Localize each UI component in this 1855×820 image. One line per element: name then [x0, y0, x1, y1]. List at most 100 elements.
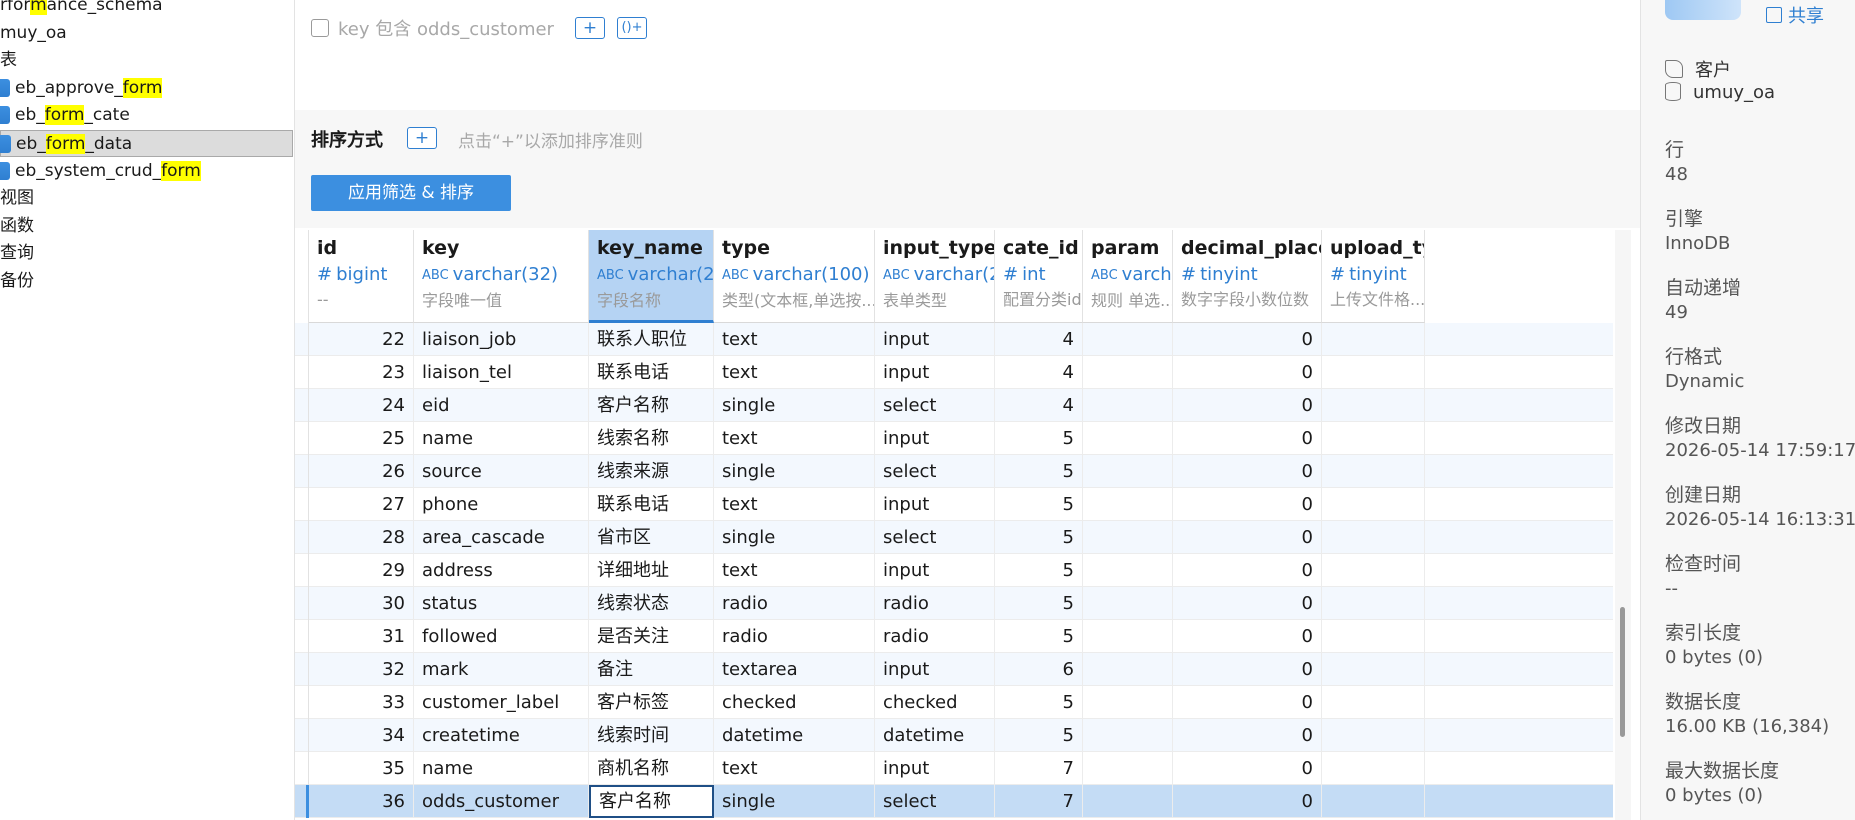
cell-upload-typ[interactable] — [1322, 389, 1425, 422]
cell-input-type[interactable]: checked — [875, 686, 995, 719]
cell-upload-typ[interactable] — [1322, 488, 1425, 521]
cell-decimal-place[interactable]: 0 — [1173, 587, 1322, 620]
cell-type[interactable]: text — [714, 554, 875, 587]
cell-input-type[interactable]: input — [875, 554, 995, 587]
cell-param[interactable] — [1083, 521, 1173, 554]
cell-id[interactable]: 30 — [309, 587, 414, 620]
cell-decimal-place[interactable]: 0 — [1173, 422, 1322, 455]
cell-input-type[interactable]: select — [875, 455, 995, 488]
cell-id[interactable]: 24 — [309, 389, 414, 422]
cell-key-name[interactable]: 线索状态 — [589, 587, 714, 620]
row-selector[interactable] — [295, 455, 309, 488]
cell-cate-id[interactable]: 4 — [995, 323, 1083, 356]
cell-param[interactable] — [1083, 455, 1173, 488]
cell-key-name[interactable]: 商机名称 — [589, 752, 714, 785]
cell-decimal-place[interactable]: 0 — [1173, 356, 1322, 389]
cell-param[interactable] — [1083, 785, 1173, 818]
row-selector[interactable] — [295, 686, 309, 719]
table-row[interactable]: 26 source 线索来源 single select 5 0 — [295, 455, 1613, 488]
table-row[interactable]: 36 odds_customer 客户名称 single select 7 0 — [295, 785, 1613, 818]
add-filter-group-button[interactable]: ()+ — [617, 17, 647, 39]
cell-key-name[interactable]: 客户标签 — [589, 686, 714, 719]
column-header-input-type[interactable]: input_type ABCvarchar(20) 表单类型 — [875, 230, 995, 323]
cell-id[interactable]: 34 — [309, 719, 414, 752]
cell-decimal-place[interactable]: 0 — [1173, 455, 1322, 488]
cell-key[interactable]: customer_label — [414, 686, 589, 719]
table-row[interactable]: 35 name 商机名称 text input 7 0 — [295, 752, 1613, 785]
cell-param[interactable] — [1083, 620, 1173, 653]
column-header-decimal-place[interactable]: decimal_place # tinyint 数字字段小数位数 — [1173, 230, 1322, 323]
cell-upload-typ[interactable] — [1322, 521, 1425, 554]
cell-upload-typ[interactable] — [1322, 719, 1425, 752]
cell-decimal-place[interactable]: 0 — [1173, 488, 1322, 521]
cell-id[interactable]: 27 — [309, 488, 414, 521]
grid-vertical-scrollbar[interactable] — [1615, 230, 1631, 820]
cell-param[interactable] — [1083, 356, 1173, 389]
apply-filter-sort-button[interactable]: 应用筛选 & 排序 — [311, 175, 511, 211]
cell-param[interactable] — [1083, 587, 1173, 620]
cell-decimal-place[interactable]: 0 — [1173, 785, 1322, 818]
tree-item-table[interactable]: eb_form_cate — [0, 102, 290, 129]
row-selector[interactable] — [295, 356, 309, 389]
cell-id[interactable]: 28 — [309, 521, 414, 554]
cell-param[interactable] — [1083, 488, 1173, 521]
cell-type[interactable]: radio — [714, 620, 875, 653]
cell-input-type[interactable]: radio — [875, 587, 995, 620]
cell-key[interactable]: name — [414, 422, 589, 455]
cell-cate-id[interactable]: 5 — [995, 488, 1083, 521]
cell-decimal-place[interactable]: 0 — [1173, 521, 1322, 554]
filter-enable-checkbox[interactable] — [311, 19, 329, 37]
cell-cate-id[interactable]: 5 — [995, 686, 1083, 719]
row-selector[interactable] — [295, 785, 309, 818]
cell-upload-typ[interactable] — [1322, 455, 1425, 488]
cell-type[interactable]: single — [714, 785, 875, 818]
cell-type[interactable]: text — [714, 488, 875, 521]
cell-key-name[interactable]: 省市区 — [589, 521, 714, 554]
cell-id[interactable]: 33 — [309, 686, 414, 719]
row-selector[interactable] — [295, 488, 309, 521]
cell-cate-id[interactable]: 6 — [995, 653, 1083, 686]
cell-param[interactable] — [1083, 554, 1173, 587]
cell-key[interactable]: status — [414, 587, 589, 620]
cell-type[interactable]: textarea — [714, 653, 875, 686]
row-selector[interactable] — [295, 620, 309, 653]
table-row[interactable]: 22 liaison_job 联系人职位 text input 4 0 — [295, 323, 1613, 356]
cell-key-name[interactable]: 线索来源 — [589, 455, 714, 488]
cell-key[interactable]: odds_customer — [414, 785, 589, 818]
tree-item-db[interactable]: rformance_schema — [0, 0, 290, 19]
row-selector[interactable] — [295, 554, 309, 587]
cell-param[interactable] — [1083, 719, 1173, 752]
table-row[interactable]: 24 eid 客户名称 single select 4 0 — [295, 389, 1613, 422]
cell-decimal-place[interactable]: 0 — [1173, 719, 1322, 752]
cell-id[interactable]: 32 — [309, 653, 414, 686]
cell-key[interactable]: createtime — [414, 719, 589, 752]
cell-cate-id[interactable]: 7 — [995, 752, 1083, 785]
cell-upload-typ[interactable] — [1322, 686, 1425, 719]
cell-decimal-place[interactable]: 0 — [1173, 620, 1322, 653]
row-selector[interactable] — [295, 653, 309, 686]
cell-param[interactable] — [1083, 389, 1173, 422]
cell-param[interactable] — [1083, 323, 1173, 356]
cell-type[interactable]: datetime — [714, 719, 875, 752]
tree-item-db[interactable]: muy_oa — [0, 20, 290, 47]
cell-key-name[interactable]: 联系电话 — [589, 488, 714, 521]
cell-upload-typ[interactable] — [1322, 356, 1425, 389]
table-row[interactable]: 32 mark 备注 textarea input 6 0 — [295, 653, 1613, 686]
tree-item-table[interactable]: eb_system_crud_form — [0, 158, 290, 185]
cell-type[interactable]: text — [714, 752, 875, 785]
cell-cate-id[interactable]: 5 — [995, 521, 1083, 554]
cell-input-type[interactable]: select — [875, 521, 995, 554]
cell-input-type[interactable]: input — [875, 422, 995, 455]
cell-id[interactable]: 35 — [309, 752, 414, 785]
tree-item-group[interactable]: 函数 — [0, 213, 290, 240]
cell-key-name[interactable]: 联系电话 — [589, 356, 714, 389]
cell-cate-id[interactable]: 4 — [995, 356, 1083, 389]
cell-cate-id[interactable]: 5 — [995, 719, 1083, 752]
cell-type[interactable]: radio — [714, 587, 875, 620]
share-button[interactable]: 共享 — [1766, 2, 1824, 28]
cell-upload-typ[interactable] — [1322, 587, 1425, 620]
cell-id[interactable]: 22 — [309, 323, 414, 356]
cell-upload-typ[interactable] — [1322, 422, 1425, 455]
filter-condition[interactable]: key 包含 odds_customer — [338, 15, 554, 41]
row-selector[interactable] — [295, 719, 309, 752]
